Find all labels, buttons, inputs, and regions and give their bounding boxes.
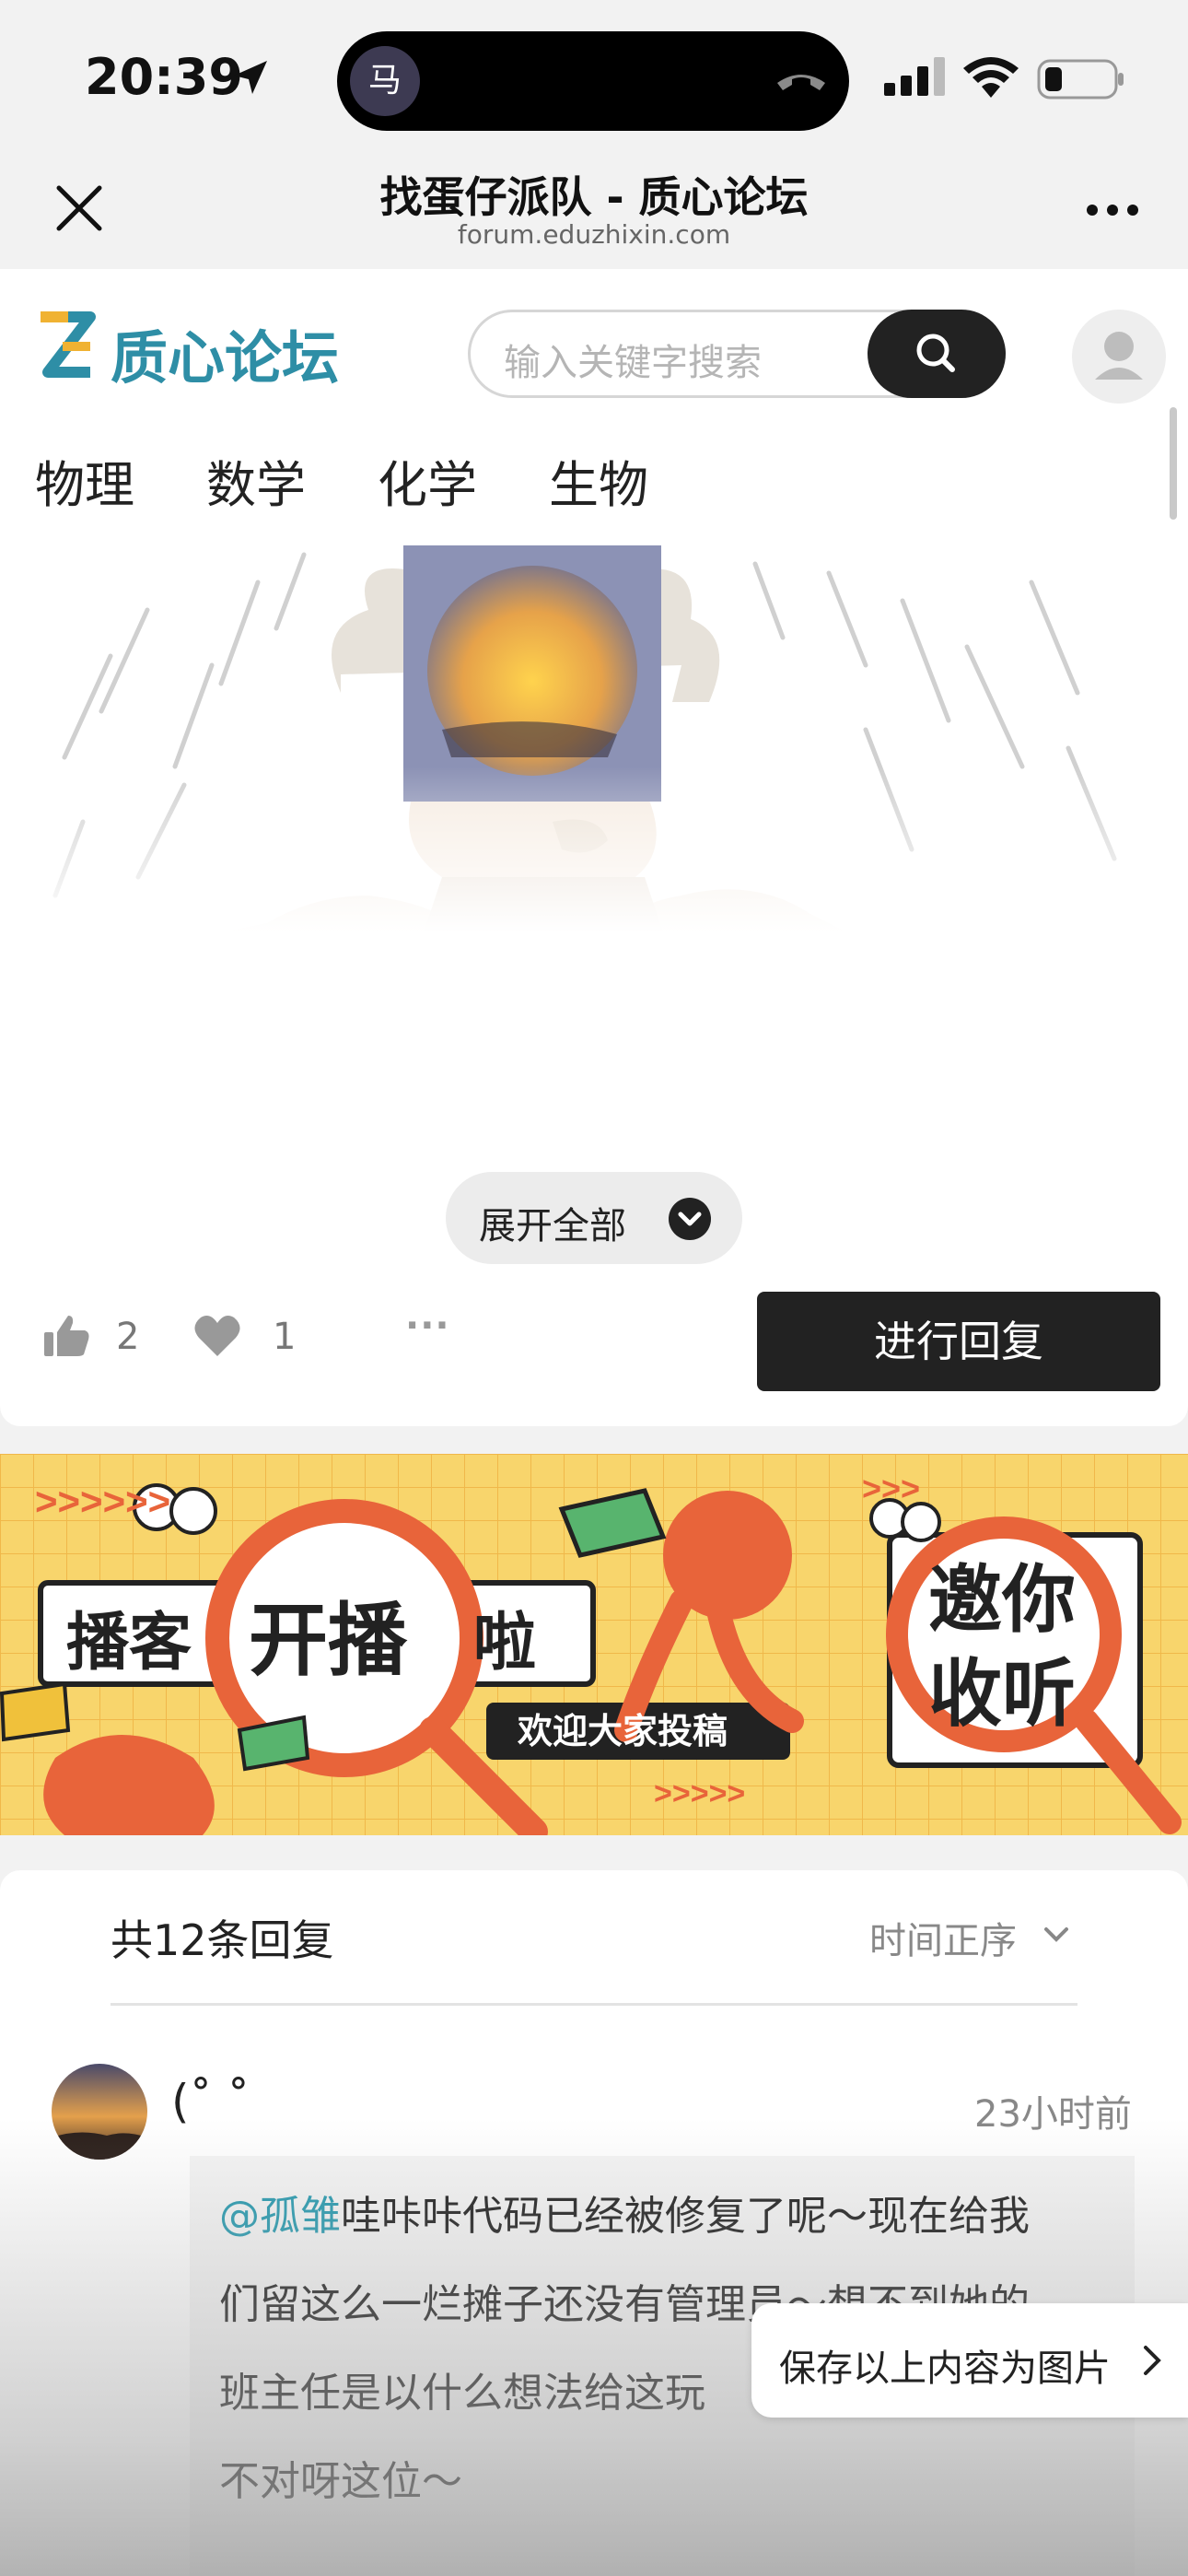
favorite-count: 1 xyxy=(273,1316,297,1358)
tab-math[interactable]: 数学 xyxy=(206,444,306,517)
banner-text-podcast: 播客 xyxy=(66,1608,192,1678)
user-icon xyxy=(1095,332,1143,380)
wifi-icon xyxy=(963,57,1019,98)
mention-link[interactable]: @孤雏 xyxy=(219,2193,341,2240)
site-logo-text[interactable]: 质心论坛 xyxy=(111,311,339,394)
podcast-banner[interactable]: 播客 开播 啦 欢迎大家投稿 邀你 收听 >>>>>> >>>>> >>> xyxy=(0,1454,1188,1835)
save-as-image-label: 保存以上内容为图片 xyxy=(779,2348,1111,2390)
user-avatar-button[interactable] xyxy=(1072,310,1166,404)
dynamic-island[interactable]: 马 xyxy=(337,31,849,131)
signal-icon xyxy=(884,57,945,96)
reply-count: 共12条回复 xyxy=(111,1915,334,1965)
comment-line-1: 哇咔咔代码已经被修复了呢～现在给我 xyxy=(341,2193,1030,2240)
post-more-button[interactable]: ··· xyxy=(405,1305,450,1347)
divider xyxy=(111,2003,1077,2006)
comment-author[interactable]: (˚ ˚ xyxy=(171,2075,250,2128)
status-time: 20:39 xyxy=(85,48,243,106)
browser-nav-bar: 找蛋仔派队 - 质心论坛 forum.eduzhixin.com xyxy=(0,157,1188,269)
chevron-down-icon xyxy=(669,1198,711,1240)
search-box[interactable]: 输入关键字搜索 xyxy=(468,310,1006,398)
reply-button[interactable]: 进行回复 xyxy=(757,1292,1160,1391)
search-input[interactable]: 输入关键字搜索 xyxy=(504,333,762,386)
tab-biology[interactable]: 生物 xyxy=(549,444,648,517)
heart-icon[interactable] xyxy=(193,1314,241,1358)
banner-text-la: 啦 xyxy=(473,1608,536,1678)
location-arrow-icon xyxy=(234,61,267,94)
end-call-icon[interactable] xyxy=(774,63,829,100)
banner-text-live: 开播 xyxy=(249,1597,408,1685)
like-count: 2 xyxy=(116,1316,140,1358)
image-fade-overlay xyxy=(37,767,1151,932)
chevron-down-icon[interactable] xyxy=(1042,1926,1070,1944)
search-button[interactable] xyxy=(868,310,1006,398)
replies-section: 共12条回复 时间正序 (˚ ˚ 23小时前 @孤雏哇咔咔代码已经被修复了呢～现… xyxy=(0,1870,1188,2576)
site-logo-icon[interactable] xyxy=(35,308,96,381)
banner-arrows-left: >>>>>> xyxy=(35,1480,170,1523)
thumbs-up-icon[interactable] xyxy=(42,1312,90,1360)
banner-text-listen: 收听 xyxy=(928,1653,1076,1735)
chevron-right-icon xyxy=(1144,2346,1161,2375)
status-bar: 20:39 马 xyxy=(0,0,1188,157)
save-as-image-button[interactable]: 保存以上内容为图片 xyxy=(751,2303,1188,2418)
tab-chemistry[interactable]: 化学 xyxy=(378,444,477,517)
expand-all-label: 展开全部 xyxy=(479,1205,626,1247)
post-image[interactable] xyxy=(37,545,1151,932)
post-card: 质心论坛 输入关键字搜索 物理 数学 化学 生物 展开全部 2 1 ··· 进行… xyxy=(0,269,1188,1426)
banner-graphic: 播客 开播 啦 欢迎大家投稿 邀你 收听 >>>>>> >>>>> >>> xyxy=(0,1454,1188,1835)
comment-line-3: 班主任是以什么想法给这玩 xyxy=(219,2370,705,2417)
banner-subtitle: 欢迎大家投稿 xyxy=(517,1713,728,1751)
banner-arrows-mid: >>>>> xyxy=(654,1776,745,1811)
comment-line-4: 不对呀这位～ xyxy=(219,2458,462,2505)
search-icon xyxy=(916,334,955,372)
caller-avatar: 马 xyxy=(350,46,420,116)
comment-time: 23小时前 xyxy=(974,2093,1132,2136)
scrollbar[interactable] xyxy=(1170,407,1177,520)
battery-icon xyxy=(1037,59,1124,100)
banner-text-invite: 邀你 xyxy=(928,1559,1076,1641)
avatar[interactable] xyxy=(52,2064,147,2160)
page-title: 找蛋仔派队 - 质心论坛 xyxy=(379,172,809,222)
more-options-icon[interactable] xyxy=(1085,201,1140,219)
sort-dropdown[interactable]: 时间正序 xyxy=(869,1911,1017,1964)
expand-all-button[interactable]: 展开全部 xyxy=(446,1172,742,1264)
banner-arrows-right: >>> xyxy=(862,1469,920,1507)
page-url: forum.eduzhixin.com xyxy=(457,219,731,250)
tab-physics[interactable]: 物理 xyxy=(35,444,134,517)
